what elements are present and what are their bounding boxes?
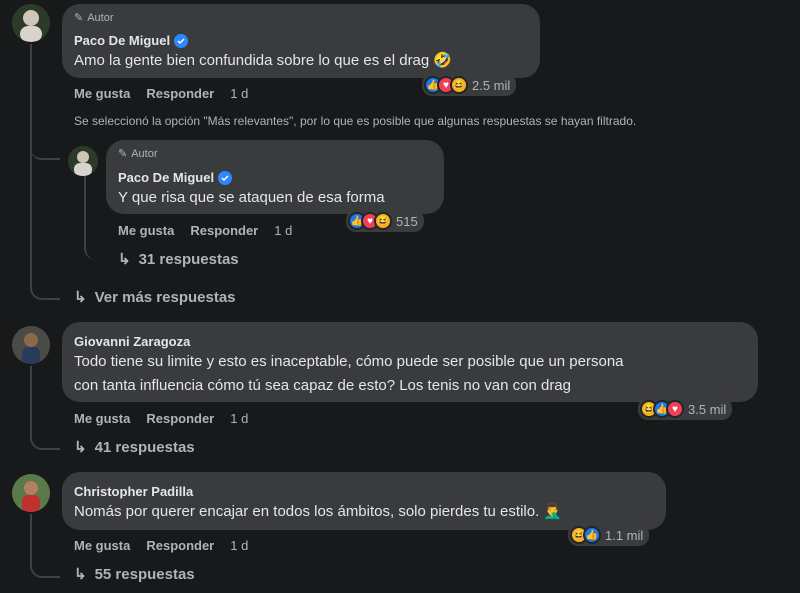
comment-text-line-2: con tanta influencia cómo tú sea capaz d…	[74, 377, 571, 394]
reply-button[interactable]: Responder	[146, 411, 214, 426]
view-replies-link[interactable]: ↳ 31 respuestas	[118, 250, 239, 269]
reply-button[interactable]: Responder	[146, 538, 214, 553]
avatar[interactable]	[12, 474, 50, 512]
commenter-name[interactable]: Paco De Miguel	[74, 33, 189, 48]
replies-count-label[interactable]: 55 respuestas	[95, 566, 195, 583]
more-replies-label[interactable]: Ver más respuestas	[95, 289, 236, 306]
reaction-summary[interactable]: 👍 ♥ 😆 2.5 mil	[422, 74, 517, 96]
replies-count-label[interactable]: 41 respuestas	[95, 439, 195, 456]
author-tag-label: Autor	[87, 11, 114, 24]
author-tag: ✎ Autor	[118, 147, 158, 161]
comment-actions: Me gusta Responder 1 d	[74, 538, 264, 553]
author-tag-label: Autor	[131, 147, 158, 160]
commenter-name-text[interactable]: Christopher Padilla	[74, 484, 193, 499]
view-replies-link[interactable]: ↳ 55 respuestas	[74, 565, 195, 584]
reply-arrow-icon: ↳	[118, 251, 131, 268]
avatar-image	[12, 4, 50, 42]
reply-actions: Me gusta Responder 1 d	[118, 223, 308, 238]
thread-line	[30, 514, 60, 578]
pencil-icon: ✎	[118, 148, 128, 160]
avatar-image	[12, 474, 50, 512]
filter-note: Se seleccionó la opción "Más relevantes"…	[74, 114, 637, 128]
comment-text-line-1: Todo tiene su limite y esto es inaceptab…	[74, 353, 624, 370]
author-tag: ✎ Autor	[74, 11, 114, 25]
reply-arrow-icon: ↳	[74, 439, 87, 456]
avatar[interactable]	[68, 146, 98, 176]
commenter-name-text[interactable]: Paco De Miguel	[74, 33, 170, 48]
reply-arrow-icon: ↳	[74, 289, 87, 306]
like-button[interactable]: Me gusta	[74, 411, 130, 426]
reaction-count: 515	[396, 213, 418, 229]
reaction-count: 1.1 mil	[605, 527, 644, 543]
avatar-image	[68, 146, 98, 176]
avatar[interactable]	[12, 4, 50, 42]
reaction-count: 3.5 mil	[688, 401, 727, 417]
verified-badge-icon	[174, 33, 189, 48]
verified-badge-icon	[218, 170, 233, 185]
commenter-name[interactable]: Paco De Miguel	[118, 170, 233, 185]
timestamp[interactable]: 1 d	[274, 223, 292, 238]
reaction-summary[interactable]: 😆 👍 1.1 mil	[568, 524, 650, 546]
reply-button[interactable]: Responder	[190, 223, 258, 238]
commenter-name[interactable]: Giovanni Zaragoza	[74, 334, 190, 349]
love-icon: ♥	[666, 400, 684, 418]
reaction-summary[interactable]: 👍 ♥ 😆 515	[346, 210, 424, 232]
comment-actions: Me gusta Responder 1 d	[74, 86, 264, 101]
replies-count-label[interactable]: 31 respuestas	[139, 251, 239, 268]
like-button[interactable]: Me gusta	[74, 86, 130, 101]
commenter-name-text[interactable]: Giovanni Zaragoza	[74, 334, 190, 349]
view-more-replies-link[interactable]: ↳ Ver más respuestas	[74, 288, 236, 307]
timestamp[interactable]: 1 d	[230, 411, 248, 426]
reply-arrow-icon: ↳	[74, 566, 87, 583]
reaction-count: 2.5 mil	[472, 77, 511, 93]
like-button[interactable]: Me gusta	[118, 223, 174, 238]
reaction-summary[interactable]: 😆 👍 ♥ 3.5 mil	[638, 398, 733, 420]
comment-text: Nomás por querer encajar en todos los ám…	[74, 503, 563, 520]
thread-line	[30, 44, 60, 300]
timestamp[interactable]: 1 d	[230, 86, 248, 101]
comment-text: Amo la gente bien confundida sobre lo qu…	[74, 52, 453, 69]
comment-actions: Me gusta Responder 1 d	[74, 411, 264, 426]
haha-icon: 😆	[450, 76, 468, 94]
pencil-icon: ✎	[74, 12, 84, 24]
thread-connector	[30, 130, 60, 160]
reply-text: Y que risa que se ataquen de esa forma	[118, 189, 385, 206]
like-icon: 👍	[583, 526, 601, 544]
avatar[interactable]	[12, 326, 50, 364]
like-button[interactable]: Me gusta	[74, 538, 130, 553]
commenter-name[interactable]: Christopher Padilla	[74, 484, 193, 499]
avatar-image	[12, 326, 50, 364]
timestamp[interactable]: 1 d	[230, 538, 248, 553]
haha-icon: 😆	[374, 212, 392, 230]
reply-button[interactable]: Responder	[146, 86, 214, 101]
thread-line	[30, 366, 60, 450]
commenter-name-text[interactable]: Paco De Miguel	[118, 170, 214, 185]
view-replies-link[interactable]: ↳ 41 respuestas	[74, 438, 195, 457]
